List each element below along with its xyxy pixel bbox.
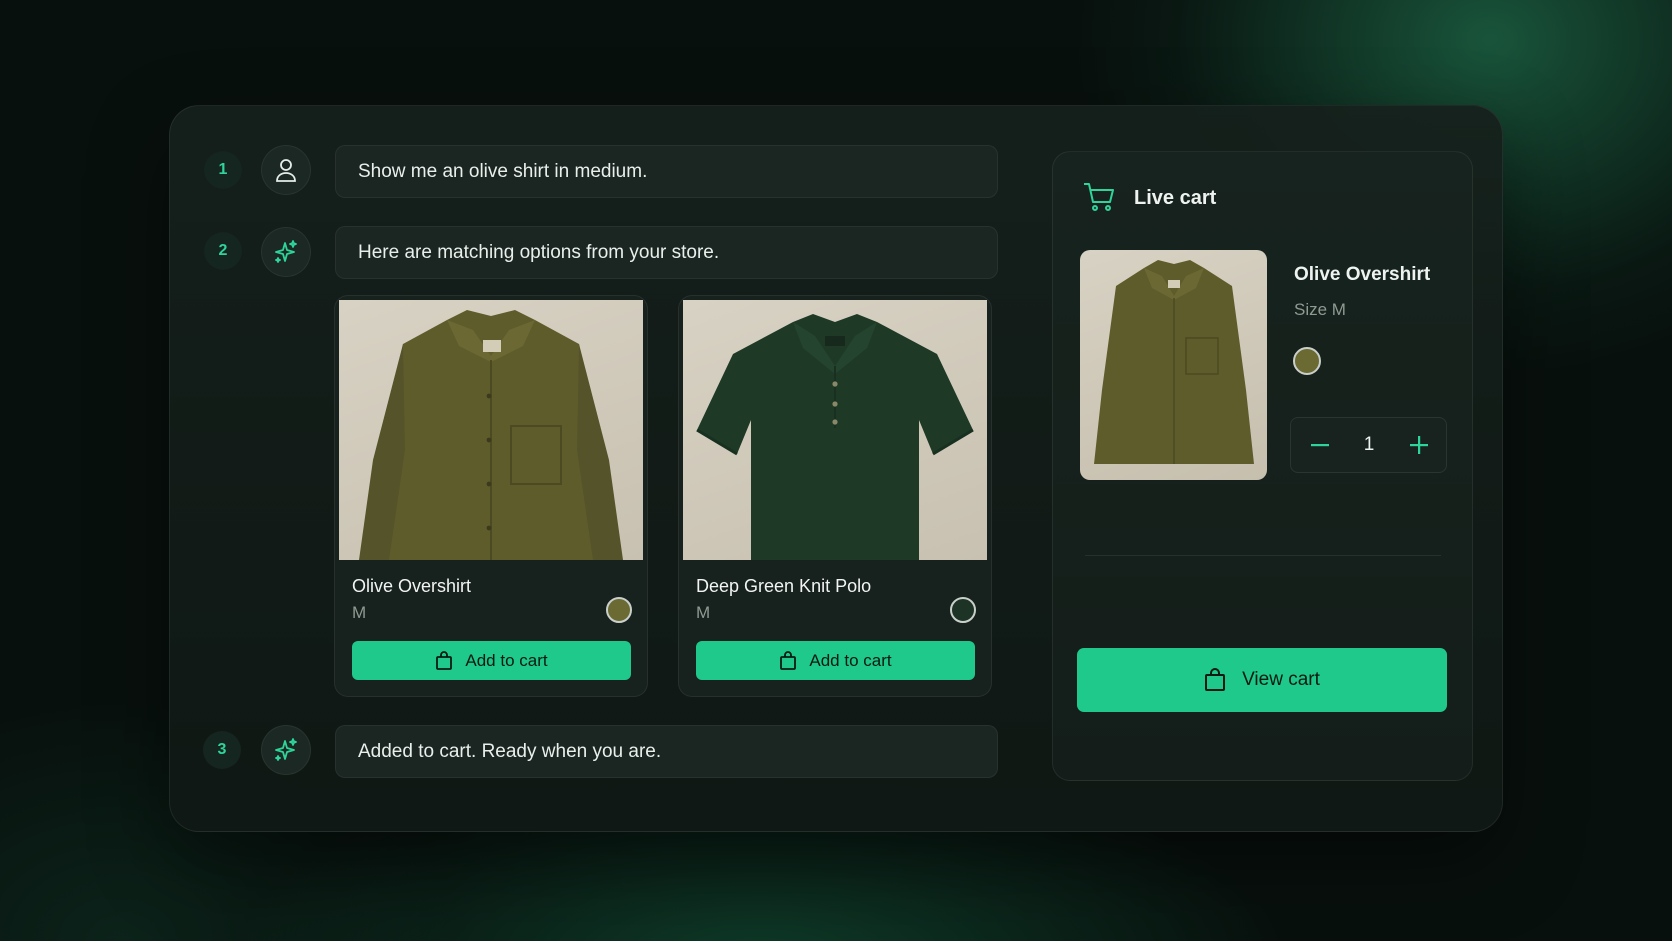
cart-item-image <box>1080 250 1267 480</box>
quantity-value: 1 <box>1363 434 1375 455</box>
shopping-bag-icon <box>1205 668 1226 691</box>
color-swatch-deep-green[interactable] <box>950 597 976 623</box>
shopping-bag-icon <box>436 650 453 670</box>
sparkle-icon <box>275 240 297 263</box>
assistant-avatar <box>261 227 311 277</box>
product-card-deep-green-knit-polo[interactable]: Deep Green Knit Polo M Add to cart <box>678 295 992 697</box>
cart-item-name: Olive Overshirt <box>1294 264 1431 285</box>
product-card-olive-overshirt[interactable]: Olive Overshirt M Add to cart <box>334 295 648 697</box>
step-number-1: 1 <box>204 151 242 189</box>
add-to-cart-button[interactable]: Add to cart <box>352 641 631 680</box>
step-number-2: 2 <box>204 232 242 270</box>
add-to-cart-label: Add to cart <box>809 650 892 670</box>
product-size: M <box>696 603 711 622</box>
step-number-3: 3 <box>203 731 241 769</box>
cart-item-color-swatch <box>1293 347 1321 375</box>
user-icon <box>276 159 296 182</box>
product-size: M <box>352 603 367 622</box>
cart-item-size: Size M <box>1294 300 1346 319</box>
user-avatar <box>261 145 311 195</box>
decrease-quantity-button[interactable] <box>1305 430 1335 460</box>
assistant-message: Here are matching options from your stor… <box>335 226 998 279</box>
cart-divider <box>1085 555 1441 556</box>
add-to-cart-label: Add to cart <box>465 650 548 670</box>
cart-icon <box>1084 183 1114 211</box>
product-image-knit-polo <box>683 300 987 560</box>
product-image-olive-overshirt <box>339 300 643 560</box>
product-name: Olive Overshirt <box>352 576 472 596</box>
user-message: Show me an olive shirt in medium. <box>335 145 998 198</box>
plus-icon <box>1410 436 1428 454</box>
cart-title: Live cart <box>1134 187 1217 209</box>
assistant-avatar <box>261 725 311 775</box>
quantity-stepper: 1 <box>1290 417 1447 473</box>
color-swatch-olive[interactable] <box>606 597 632 623</box>
view-cart-button[interactable]: View cart <box>1077 648 1447 712</box>
minus-icon <box>1311 444 1329 447</box>
view-cart-label: View cart <box>1242 669 1320 690</box>
shopping-bag-icon <box>780 650 797 670</box>
product-name: Deep Green Knit Polo <box>696 576 872 596</box>
sparkle-icon <box>275 738 297 761</box>
add-to-cart-button[interactable]: Add to cart <box>696 641 975 680</box>
assistant-message: Added to cart. Ready when you are. <box>335 725 998 778</box>
increase-quantity-button[interactable] <box>1404 430 1434 460</box>
